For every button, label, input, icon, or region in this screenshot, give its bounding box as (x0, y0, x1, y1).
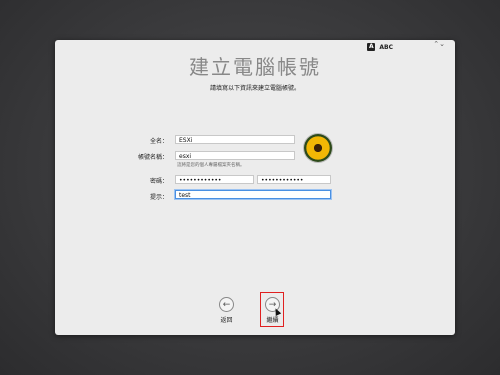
input-source-icon: A (367, 43, 376, 51)
verify-password-field[interactable]: •••••••••••• (257, 175, 331, 184)
chevron-updown-icon[interactable]: ⌃⌄ (433, 41, 445, 48)
password-field[interactable]: •••••••••••• (175, 175, 254, 184)
full-name-field[interactable]: ESXi (175, 135, 295, 144)
continue-button-label: 繼續 (266, 317, 279, 324)
password-label: 密碼： (149, 178, 168, 185)
hint-label: 提示： (149, 194, 168, 201)
account-name-hint: 這將是您的個人專屬檔案夾名稱。 (177, 163, 245, 168)
full-name-label: 全名： (149, 138, 168, 145)
input-source-menu[interactable]: A ABC (367, 43, 393, 51)
setup-assistant-panel: A ABC ⌃⌄ 建立電腦帳號 請填寫以下資訊來建立電腦帳號。 全名： ESXi… (55, 40, 455, 335)
input-source-label: ABC (379, 43, 393, 51)
page-subtitle: 請填寫以下資訊來建立電腦帳號。 (209, 85, 300, 92)
back-button-label: 返回 (220, 317, 233, 324)
page-title: 建立電腦帳號 (189, 55, 321, 79)
user-picture-avatar[interactable] (304, 134, 332, 162)
arrow-left-icon: ← (219, 297, 234, 312)
account-name-label: 帳號名稱： (137, 154, 168, 161)
password-hint-field[interactable]: test (175, 190, 331, 199)
back-button[interactable]: ← 返回 (219, 297, 234, 324)
account-name-field[interactable]: esxi (175, 151, 295, 160)
